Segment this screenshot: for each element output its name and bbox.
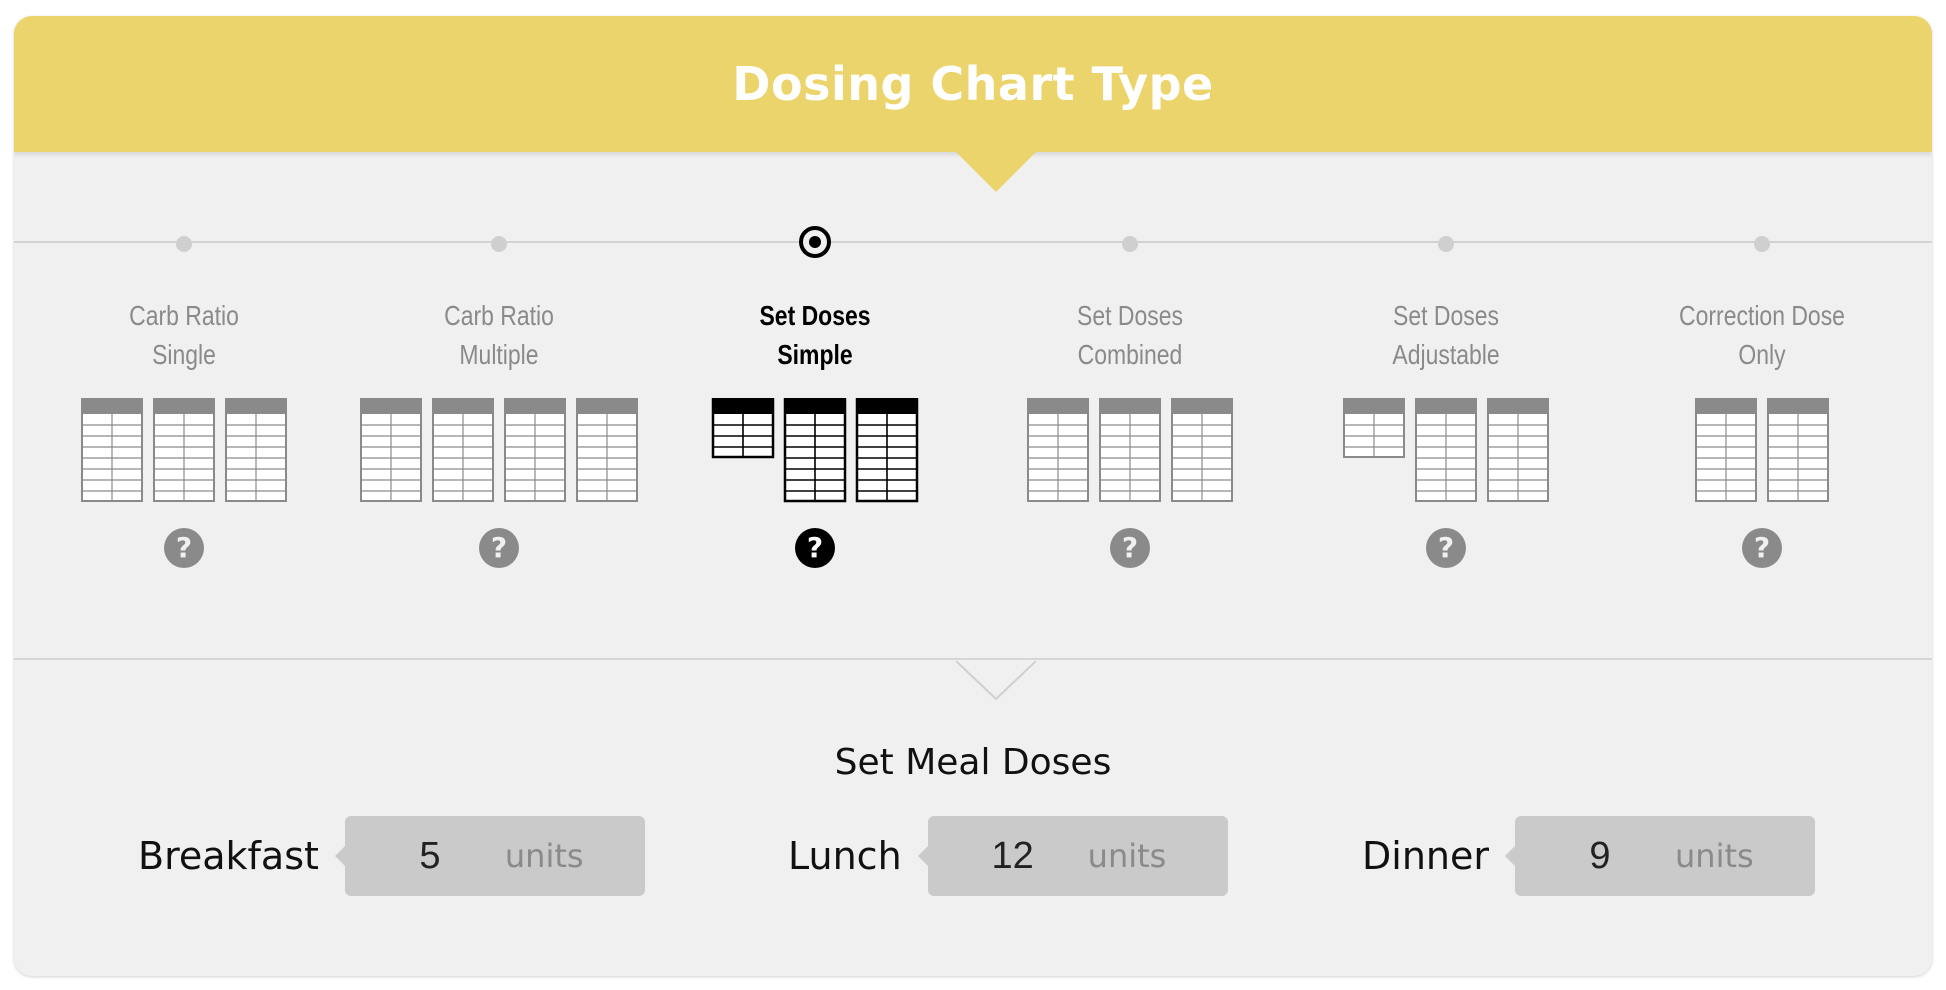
header-pointer <box>956 152 1036 192</box>
mini-table <box>1487 398 1549 502</box>
table-preview-icon <box>1695 398 1829 502</box>
unit-label: units <box>504 837 584 875</box>
mini-table <box>360 398 422 502</box>
option-set-doses-adjustable[interactable]: Set Doses Adjustable ? <box>1296 222 1596 602</box>
dose-field: units <box>1505 816 1815 896</box>
help-icon[interactable]: ? <box>164 528 204 568</box>
option-label-line2: Combined <box>1077 339 1183 370</box>
option-label-line1: Correction Dose <box>1679 300 1845 331</box>
mini-table <box>1415 398 1477 502</box>
dose-field: units <box>334 816 645 896</box>
help-icon[interactable]: ? <box>795 528 835 568</box>
option-set-doses-simple[interactable]: Set Doses Simple ? <box>665 222 965 602</box>
mini-table <box>432 398 494 502</box>
mini-table <box>1027 398 1089 502</box>
meal-lunch: Lunch units <box>788 816 1228 896</box>
option-label-line2: Single <box>152 339 216 370</box>
option-label-line1: Carb Ratio <box>444 300 554 331</box>
mini-table <box>1695 398 1757 502</box>
lunch-dose-input[interactable] <box>927 816 1088 896</box>
option-dot[interactable] <box>176 236 192 252</box>
meal-label: Breakfast <box>138 834 319 878</box>
unit-label: units <box>1087 837 1167 875</box>
option-carb-ratio-single[interactable]: Carb Ratio Single ? <box>34 222 334 602</box>
option-label-line1: Set Doses <box>759 300 871 331</box>
option-label-line1: Carb Ratio <box>129 300 239 331</box>
mini-table <box>504 398 566 502</box>
help-icon[interactable]: ? <box>1110 528 1150 568</box>
breakfast-dose-input[interactable] <box>344 816 505 896</box>
option-label: Correction Dose Only <box>1639 296 1885 374</box>
meal-dinner: Dinner units <box>1362 816 1815 896</box>
mini-table <box>576 398 638 502</box>
mini-table <box>153 398 215 502</box>
table-preview-icon <box>81 398 287 502</box>
table-preview-icon <box>1027 398 1233 502</box>
section-title: Set Meal Doses <box>834 742 1112 783</box>
mini-table <box>225 398 287 502</box>
option-label-line2: Multiple <box>459 339 539 370</box>
table-preview-icon <box>1343 398 1549 502</box>
unit-label: units <box>1675 837 1754 875</box>
mini-table <box>783 398 847 503</box>
option-label-line2: Simple <box>777 339 853 370</box>
option-label: Carb Ratio Single <box>61 296 307 374</box>
header-bar: Dosing Chart Type <box>14 16 1932 152</box>
divider-pointer <box>956 660 1036 700</box>
option-carb-ratio-multiple[interactable]: Carb Ratio Multiple ? <box>349 222 649 602</box>
option-label-line1: Set Doses <box>1393 300 1499 331</box>
mini-table <box>711 398 775 459</box>
help-icon[interactable]: ? <box>479 528 519 568</box>
option-set-doses-combined[interactable]: Set Doses Combined ? <box>980 222 1280 602</box>
dosing-chart-card: Dosing Chart Type Carb Ratio Single ? Ca… <box>14 16 1932 976</box>
option-label-line2: Only <box>1738 339 1786 370</box>
mini-table <box>1099 398 1161 502</box>
meal-label: Dinner <box>1362 834 1489 878</box>
mini-table <box>1171 398 1233 502</box>
dose-field: units <box>917 816 1228 896</box>
option-label-line2: Adjustable <box>1392 339 1500 370</box>
mini-table <box>1767 398 1829 502</box>
option-label: Set Doses Adjustable <box>1323 296 1569 374</box>
mini-table <box>855 398 919 503</box>
option-label: Carb Ratio Multiple <box>376 296 622 374</box>
page-title: Dosing Chart Type <box>732 57 1214 111</box>
help-icon[interactable]: ? <box>1426 528 1466 568</box>
option-dot[interactable] <box>491 236 507 252</box>
option-correction-dose-only[interactable]: Correction Dose Only ? <box>1612 222 1912 602</box>
option-label: Set Doses Simple <box>692 296 938 374</box>
option-dot[interactable] <box>1754 236 1770 252</box>
option-label: Set Doses Combined <box>1007 296 1253 374</box>
meal-label: Lunch <box>788 834 902 878</box>
option-dot[interactable] <box>1438 236 1454 252</box>
option-dot[interactable] <box>1122 236 1138 252</box>
meal-breakfast: Breakfast units <box>138 816 645 896</box>
mini-table <box>81 398 143 502</box>
dinner-dose-input[interactable] <box>1515 816 1675 896</box>
option-label-line1: Set Doses <box>1077 300 1183 331</box>
radio-selected-icon[interactable] <box>799 226 831 258</box>
table-preview-icon <box>711 398 919 503</box>
help-icon[interactable]: ? <box>1742 528 1782 568</box>
mini-table <box>1343 398 1405 458</box>
table-preview-icon <box>360 398 638 502</box>
